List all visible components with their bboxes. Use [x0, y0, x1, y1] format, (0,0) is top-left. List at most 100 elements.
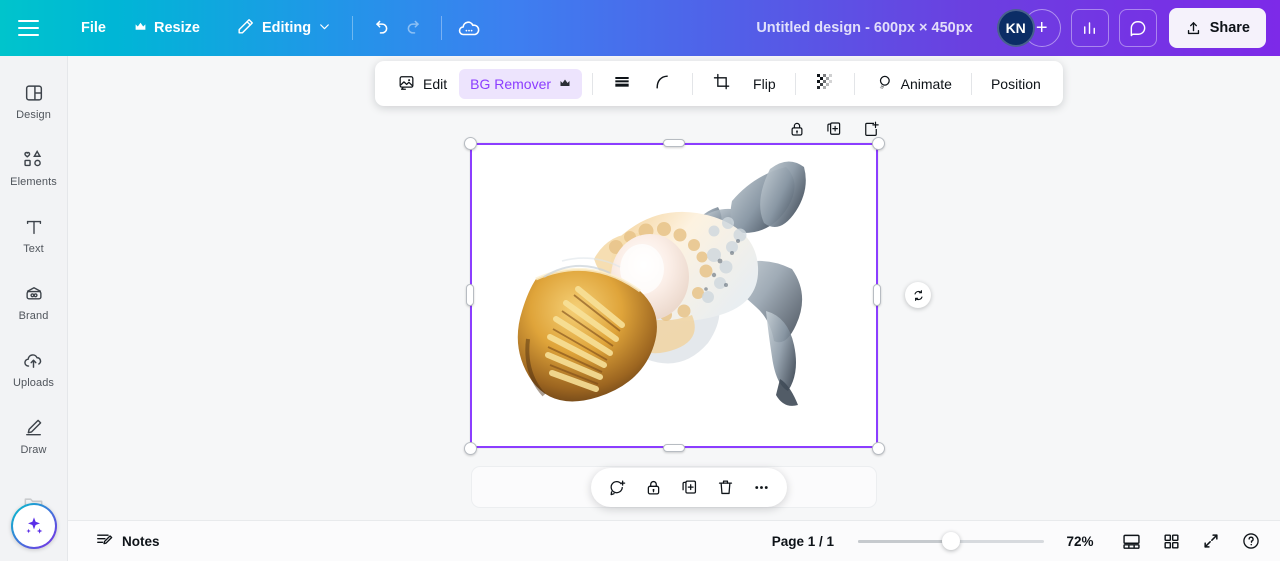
editing-mode-button[interactable]: Editing — [225, 11, 342, 45]
resize-handle-right[interactable] — [873, 284, 881, 306]
transparency-checker-icon — [815, 72, 835, 95]
zoom-level[interactable]: 72% — [1052, 534, 1108, 549]
file-menu-label: File — [81, 20, 106, 36]
presenter-view-button[interactable] — [1114, 525, 1148, 557]
resize-handle-bottom-left[interactable] — [463, 441, 477, 455]
workspace: Edit BG Remover Flip Animate Position — [68, 56, 1280, 561]
more-dots-icon — [754, 486, 768, 489]
sidebar-item-draw[interactable]: Draw — [5, 405, 63, 467]
resize-handle-top-left[interactable] — [463, 136, 477, 150]
pencil-draw-icon — [22, 416, 45, 439]
cloud-saving-icon — [458, 21, 480, 36]
fullscreen-icon — [1204, 534, 1218, 548]
image-options-toolbar: Edit BG Remover Flip Animate Position — [375, 61, 1063, 106]
resize-label: Resize — [153, 20, 200, 36]
resize-handle-bottom-right[interactable] — [871, 441, 885, 455]
sidebar-item-brand[interactable]: Brand — [5, 271, 63, 333]
resize-handle-bottom[interactable] — [663, 444, 685, 452]
top-bar: File Resize Editing Untitled design - 60… — [0, 0, 1280, 56]
zoom-slider[interactable] — [858, 531, 1044, 551]
rotate-handle[interactable] — [905, 282, 931, 308]
notes-button[interactable]: Notes — [86, 526, 169, 556]
flip-button[interactable]: Flip — [744, 68, 785, 100]
sidebar-label-draw: Draw — [20, 444, 47, 456]
add-comment-icon — [610, 480, 625, 496]
add-comment-button[interactable] — [603, 474, 631, 502]
brand-kit-icon — [23, 283, 45, 305]
comments-button[interactable] — [1118, 9, 1157, 47]
delete-button[interactable] — [711, 474, 739, 502]
sidebar-item-text[interactable]: Text — [5, 204, 63, 266]
design-page[interactable] — [470, 143, 878, 448]
help-icon — [1243, 533, 1259, 549]
curve-text-button[interactable] — [644, 68, 682, 100]
edit-image-button[interactable]: Edit — [388, 68, 456, 100]
position-label: Position — [990, 75, 1041, 92]
bottom-bar: Notes Page 1 / 1 72% — [68, 520, 1280, 561]
undo-button[interactable] — [363, 11, 397, 45]
notes-label: Notes — [122, 533, 160, 549]
sidebar-label-brand: Brand — [18, 309, 49, 322]
duplicate-button[interactable] — [820, 115, 847, 142]
fullscreen-button[interactable] — [1194, 525, 1228, 557]
trash-icon — [718, 480, 732, 495]
sidebar-item-elements[interactable]: Elements — [5, 137, 63, 199]
curve-icon — [653, 72, 673, 95]
magic-studio-button[interactable] — [11, 503, 57, 549]
animate-button[interactable]: Animate — [865, 68, 961, 100]
notes-icon — [95, 530, 114, 552]
adjust-filters-button[interactable] — [603, 68, 641, 100]
file-menu-button[interactable]: File — [70, 11, 117, 45]
crop-button[interactable] — [703, 68, 741, 100]
grid-view-icon — [1163, 533, 1179, 549]
toolbar-divider-2 — [692, 72, 694, 95]
lock-button[interactable] — [783, 115, 810, 142]
insights-button[interactable] — [1070, 9, 1109, 47]
crown-icon — [559, 76, 571, 92]
magic-sparkle-icon — [26, 517, 43, 534]
animate-circles-icon — [874, 72, 894, 95]
duplicate-button[interactable] — [675, 474, 703, 502]
toolbar-divider-3 — [794, 72, 796, 95]
element-actions-toolbar — [591, 468, 787, 507]
sidebar-item-uploads[interactable]: Uploads — [5, 338, 63, 400]
share-label: Share — [1209, 20, 1250, 36]
edit-image-label: Edit — [423, 75, 448, 92]
resize-handle-top-right[interactable] — [871, 136, 885, 150]
zoom-slider-knob[interactable] — [942, 532, 960, 550]
lock-icon — [647, 480, 659, 495]
bar-chart-icon — [1084, 21, 1096, 34]
jellyfish-cutout-image[interactable] — [470, 143, 878, 448]
share-button[interactable]: Share — [1168, 8, 1266, 48]
toolbar-divider — [352, 16, 354, 40]
more-options-button[interactable] — [747, 474, 775, 502]
transparency-button[interactable] — [806, 68, 844, 100]
resize-handle-top[interactable] — [663, 139, 685, 147]
resize-handle-left[interactable] — [466, 284, 474, 306]
avatar[interactable]: KN — [996, 9, 1035, 47]
undo-icon — [375, 20, 387, 34]
cloud-save-status-button[interactable] — [452, 11, 486, 45]
design-panel-icon — [23, 82, 45, 104]
page-counter[interactable]: Page 1 / 1 — [766, 534, 840, 549]
toolbar-divider-2 — [441, 16, 443, 40]
canva-editor: File Resize Editing Untitled design - 60… — [0, 0, 1280, 561]
toolbar-divider-5 — [970, 72, 972, 95]
help-button[interactable] — [1234, 525, 1268, 557]
element-quick-actions — [783, 115, 884, 142]
bg-remover-button[interactable]: BG Remover — [459, 68, 583, 99]
document-title[interactable]: Untitled design - 600px × 450px — [746, 11, 982, 45]
redo-button[interactable] — [397, 11, 431, 45]
grid-view-button[interactable] — [1154, 525, 1188, 557]
stack-bars — [615, 77, 629, 87]
sidebar-item-design[interactable]: Design — [5, 70, 63, 132]
resize-button[interactable]: Resize — [123, 11, 211, 45]
hamburger-menu-icon[interactable] — [18, 13, 48, 43]
lock-button[interactable] — [639, 474, 667, 502]
sidebar-label-text: Text — [23, 242, 44, 255]
position-button[interactable]: Position — [982, 68, 1050, 100]
toolbar-divider — [592, 72, 594, 95]
sidebar-label-elements: Elements — [10, 176, 57, 188]
comment-bubble-icon — [1130, 21, 1146, 37]
edit-image-icon — [397, 73, 416, 95]
